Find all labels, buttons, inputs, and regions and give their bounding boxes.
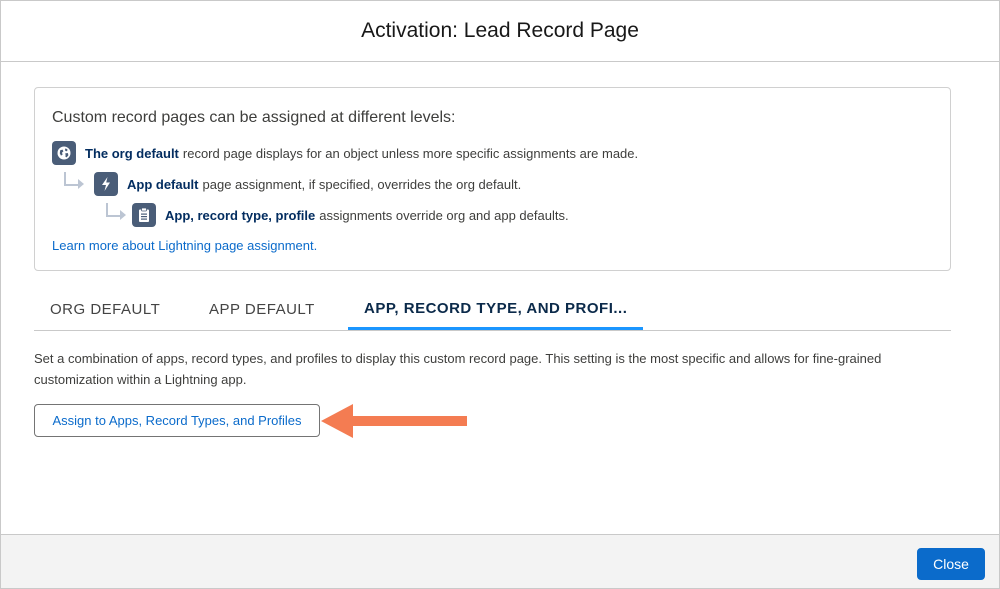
connector-arrow-icon (78, 179, 84, 189)
clipboard-icon (132, 203, 156, 227)
assignment-tabs: ORG DEFAULT APP DEFAULT APP, RECORD TYPE… (34, 289, 951, 331)
level-org-default-text: record page displays for an object unles… (182, 145, 639, 161)
modal-header: Activation: Lead Record Page (1, 1, 999, 62)
level-app-default-bold: App default (127, 176, 199, 192)
close-button[interactable]: Close (917, 548, 985, 580)
activation-modal: Activation: Lead Record Page Custom reco… (0, 0, 1000, 589)
level-org-default-bold: The org default (85, 145, 179, 161)
modal-footer: Close (1, 534, 999, 588)
tab-description: Set a combination of apps, record types,… (34, 351, 882, 387)
info-heading: Custom record pages can be assigned at d… (52, 109, 456, 126)
level-app-record-type-profile-bold: App, record type, profile (165, 207, 316, 223)
level-app-default: App default page assignment, if specifie… (94, 172, 521, 196)
annotation-arrow-icon (321, 404, 467, 438)
learn-more-link[interactable]: Learn more about Lightning page assignme… (52, 238, 317, 253)
assignment-levels-info-box: Custom record pages can be assigned at d… (34, 87, 951, 271)
level-app-record-type-profile: App, record type, profile assignments ov… (132, 203, 569, 227)
tab-app-default[interactable]: APP DEFAULT (209, 289, 315, 329)
level-org-default: The org default record page displays for… (52, 141, 638, 165)
lightning-bolt-icon (94, 172, 118, 196)
tab-app-record-type-profile[interactable]: APP, RECORD TYPE, AND PROFI... (348, 289, 644, 330)
globe-icon (52, 141, 76, 165)
connector-arrow-icon (120, 210, 126, 220)
assign-apps-record-types-profiles-button[interactable]: Assign to Apps, Record Types, and Profil… (34, 404, 320, 437)
modal-title: Activation: Lead Record Page (361, 19, 639, 42)
level-app-record-type-profile-text: assignments override org and app default… (319, 207, 569, 223)
level-app-default-text: page assignment, if specified, overrides… (202, 176, 522, 192)
tab-org-default[interactable]: ORG DEFAULT (50, 289, 160, 329)
